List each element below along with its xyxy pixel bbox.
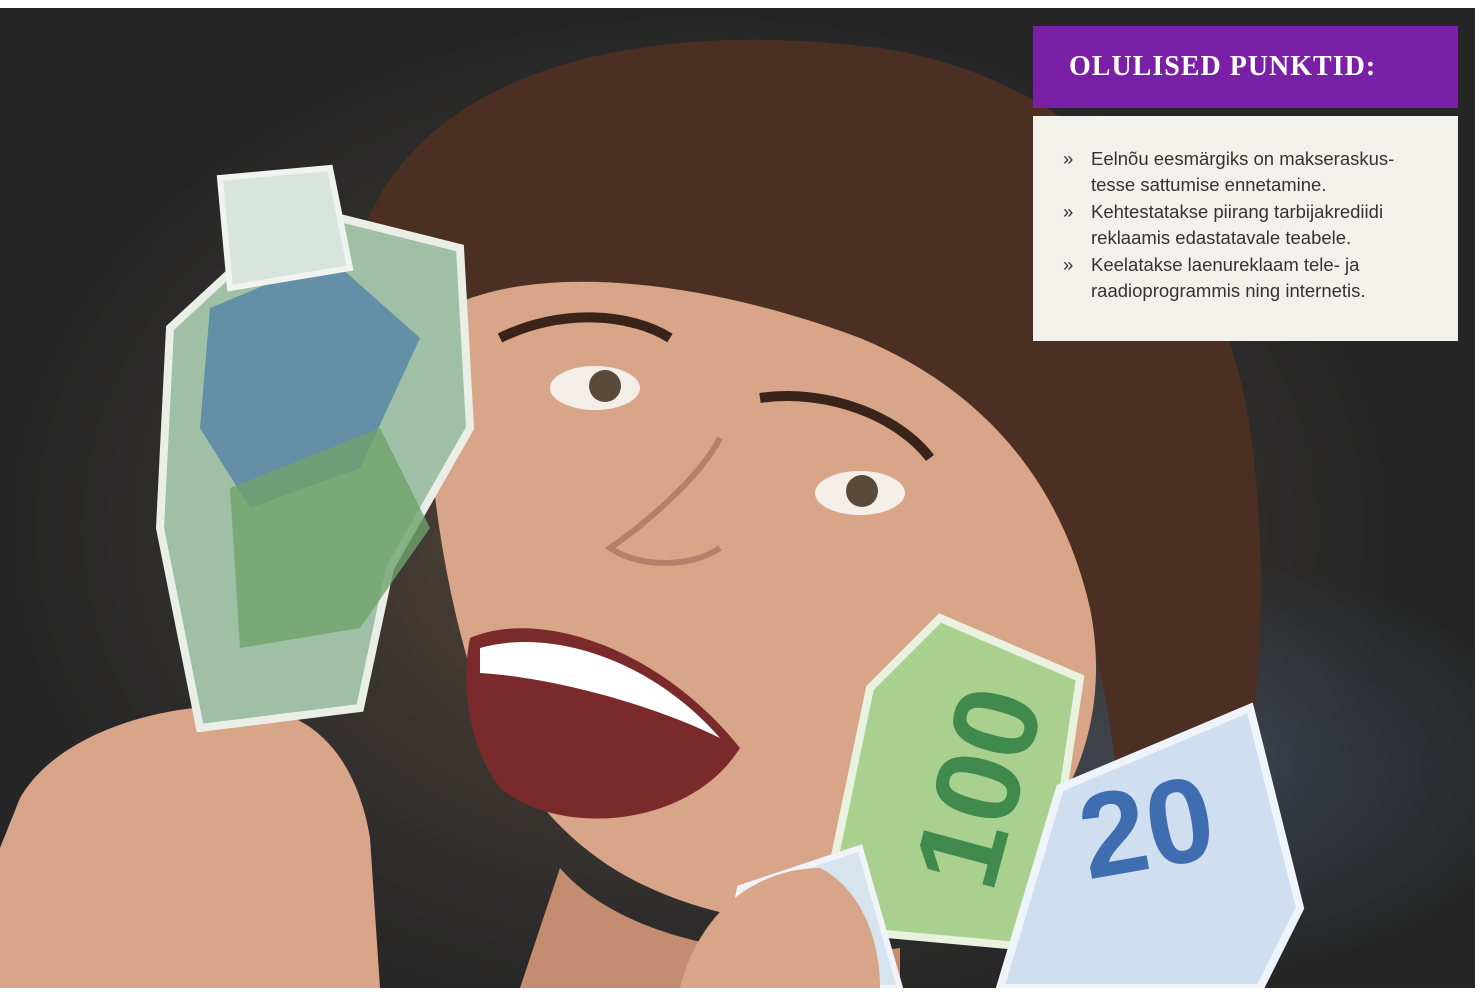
bullet-icon: » <box>1063 201 1074 222</box>
list-item: » Keelatakse laenureklaam tele- ja raadi… <box>1063 252 1434 304</box>
key-points-header: OLULISED PUNKTID: <box>1033 26 1458 108</box>
key-points-body: » Eelnõu eesmärgiks on makseraskus-tesse… <box>1033 116 1458 341</box>
key-points-list: » Eelnõu eesmärgiks on makseraskus-tesse… <box>1033 116 1458 304</box>
bullet-icon: » <box>1063 254 1074 275</box>
key-point-text: Kehtestatakse piirang tarbijakrediidi re… <box>1091 201 1384 248</box>
list-item: » Eelnõu eesmärgiks on makseraskus-tesse… <box>1063 146 1434 198</box>
key-points-title: OLULISED PUNKTID: <box>1069 51 1377 82</box>
key-point-text: Eelnõu eesmärgiks on makseraskus-tesse s… <box>1091 148 1395 195</box>
banknote-label-20: 20 <box>1069 750 1224 905</box>
key-point-text: Keelatakse laenureklaam tele- ja raadiop… <box>1091 254 1366 301</box>
list-item: » Kehtestatakse piirang tarbijakrediidi … <box>1063 199 1434 251</box>
bullet-icon: » <box>1063 148 1074 169</box>
key-points-box: OLULISED PUNKTID: » Eelnõu eesmärgiks on… <box>1033 26 1458 341</box>
